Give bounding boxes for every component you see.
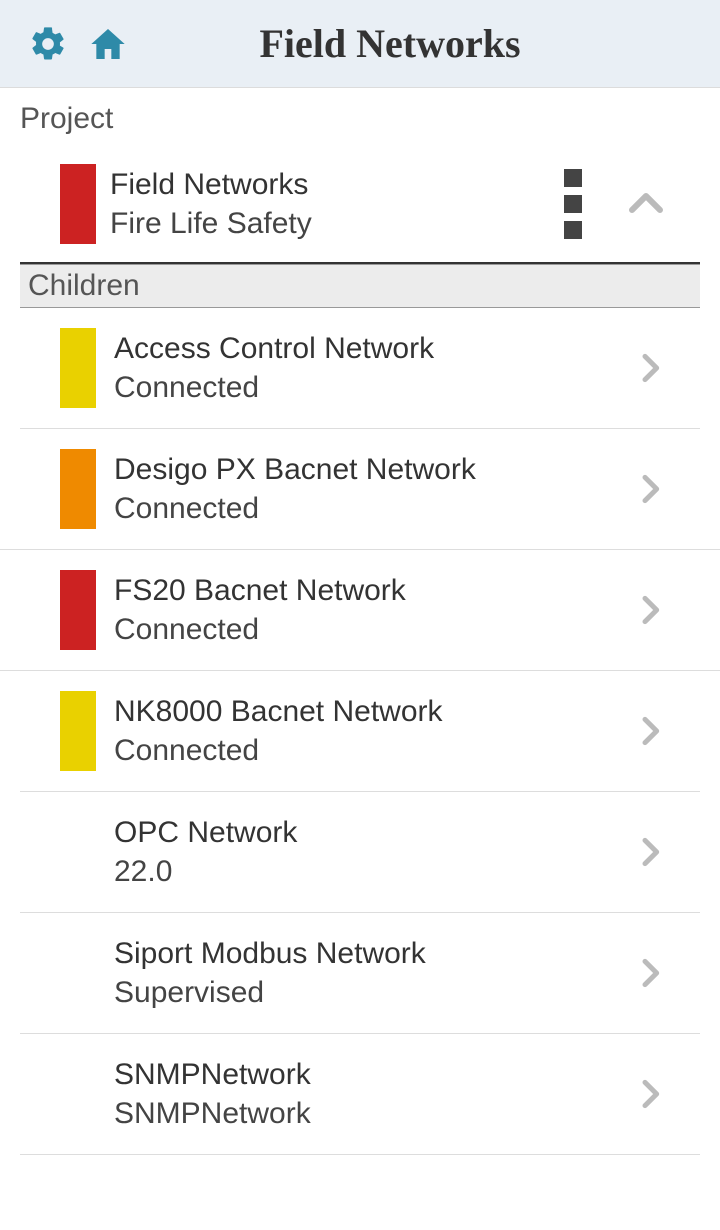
child-row-title: Siport Modbus Network — [114, 934, 630, 973]
status-color-chip — [60, 933, 96, 1013]
child-row[interactable]: FS20 Bacnet NetworkConnected — [0, 550, 720, 671]
chevron-right-icon — [630, 1074, 670, 1114]
children-list: Access Control NetworkConnectedDesigo PX… — [0, 308, 720, 1155]
parent-node-title: Field Networks — [110, 165, 564, 204]
page-title: Field Networks — [78, 20, 702, 67]
gear-icon — [28, 24, 68, 64]
child-row-texts: SNMPNetworkSNMPNetwork — [110, 1055, 630, 1133]
child-row-subtitle: Connected — [114, 731, 630, 770]
child-row-title: Desigo PX Bacnet Network — [114, 450, 630, 489]
child-row-title: OPC Network — [114, 813, 630, 852]
drill-in-button[interactable] — [630, 1074, 680, 1114]
chevron-right-icon — [630, 590, 670, 630]
collapse-button[interactable] — [622, 180, 670, 228]
child-row-texts: OPC Network22.0 — [110, 813, 630, 891]
drill-in-button[interactable] — [630, 953, 680, 993]
children-section-header: Children — [20, 264, 700, 308]
child-row-texts: NK8000 Bacnet NetworkConnected — [110, 692, 630, 770]
chevron-right-icon — [630, 469, 670, 509]
child-row-subtitle: Supervised — [114, 973, 630, 1012]
settings-button[interactable] — [18, 24, 78, 64]
drill-in-button[interactable] — [630, 590, 680, 630]
chevron-right-icon — [630, 711, 670, 751]
status-color-chip — [60, 570, 96, 650]
more-options-button[interactable] — [564, 169, 582, 239]
chevron-right-icon — [630, 953, 670, 993]
parent-node-texts: Field Networks Fire Life Safety — [110, 165, 564, 243]
status-color-chip — [60, 691, 96, 771]
child-row-title: SNMPNetwork — [114, 1055, 630, 1094]
app-header: Field Networks — [0, 0, 720, 88]
child-row-subtitle: Connected — [114, 489, 630, 528]
drill-in-button[interactable] — [630, 348, 680, 388]
child-row[interactable]: SNMPNetworkSNMPNetwork — [20, 1034, 700, 1155]
child-row-title: FS20 Bacnet Network — [114, 571, 630, 610]
child-row[interactable]: NK8000 Bacnet NetworkConnected — [20, 671, 700, 792]
status-color-chip — [60, 449, 96, 529]
child-row-texts: FS20 Bacnet NetworkConnected — [110, 571, 630, 649]
child-row-texts: Desigo PX Bacnet NetworkConnected — [110, 450, 630, 528]
child-row[interactable]: Desigo PX Bacnet NetworkConnected — [0, 429, 720, 550]
status-color-chip — [60, 812, 96, 892]
chevron-up-icon — [622, 180, 670, 228]
child-row-texts: Siport Modbus NetworkSupervised — [110, 934, 630, 1012]
child-row[interactable]: Access Control NetworkConnected — [20, 308, 700, 429]
child-row-title: NK8000 Bacnet Network — [114, 692, 630, 731]
drill-in-button[interactable] — [630, 469, 680, 509]
chevron-right-icon — [630, 348, 670, 388]
parent-node-row[interactable]: Field Networks Fire Life Safety — [20, 146, 700, 264]
parent-node-subtitle: Fire Life Safety — [110, 204, 564, 243]
status-color-chip — [60, 1054, 96, 1134]
chevron-right-icon — [630, 832, 670, 872]
child-row-title: Access Control Network — [114, 329, 630, 368]
child-row-subtitle: SNMPNetwork — [114, 1094, 630, 1133]
breadcrumb[interactable]: Project — [0, 88, 720, 146]
drill-in-button[interactable] — [630, 832, 680, 872]
child-row[interactable]: Siport Modbus NetworkSupervised — [20, 913, 700, 1034]
status-color-chip — [60, 164, 96, 244]
dots-icon — [564, 169, 582, 187]
status-color-chip — [60, 328, 96, 408]
child-row[interactable]: OPC Network22.0 — [20, 792, 700, 913]
child-row-subtitle: 22.0 — [114, 852, 630, 891]
child-row-subtitle: Connected — [114, 610, 630, 649]
child-row-subtitle: Connected — [114, 368, 630, 407]
drill-in-button[interactable] — [630, 711, 680, 751]
child-row-texts: Access Control NetworkConnected — [110, 329, 630, 407]
